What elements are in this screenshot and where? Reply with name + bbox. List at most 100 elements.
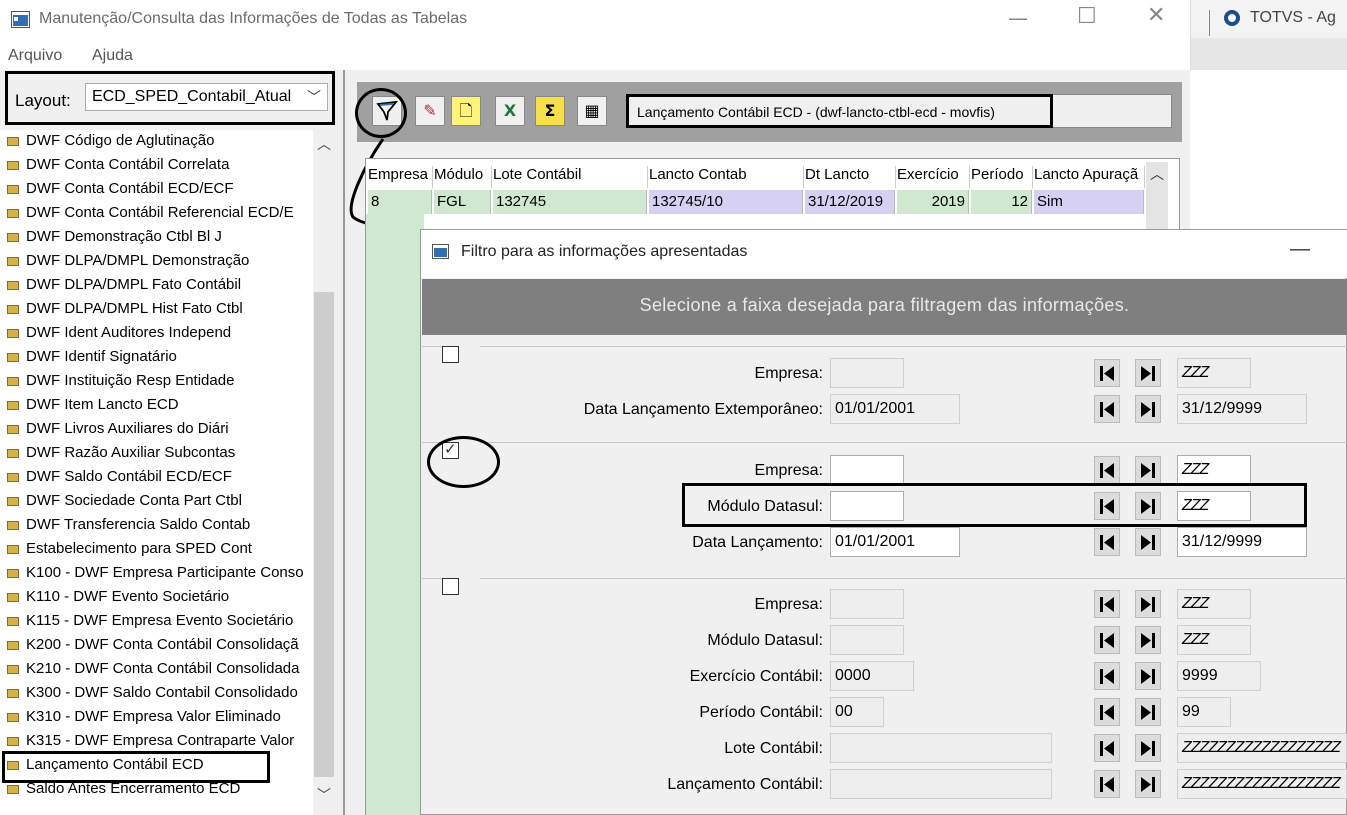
edit-icon[interactable]: ✎ bbox=[415, 96, 445, 126]
last-record-icon[interactable] bbox=[1135, 590, 1161, 618]
excel-export-icon[interactable]: X bbox=[495, 96, 525, 126]
tree-item-label: DWF Conta Contábil Referencial ECD/E bbox=[26, 204, 294, 221]
first-record-icon[interactable] bbox=[1094, 662, 1120, 690]
first-record-icon[interactable] bbox=[1094, 590, 1120, 618]
last-record-icon[interactable] bbox=[1135, 662, 1161, 690]
range-to-input[interactable]: 31/12/9999 bbox=[1177, 527, 1307, 557]
range-to-input[interactable]: 9999 bbox=[1177, 661, 1261, 691]
first-record-icon[interactable] bbox=[1094, 734, 1120, 762]
grid-cell[interactable]: 31/12/2019 bbox=[805, 190, 895, 214]
range-to-input[interactable]: 99 bbox=[1177, 697, 1231, 727]
first-record-icon[interactable] bbox=[1094, 626, 1120, 654]
first-record-icon[interactable] bbox=[1094, 698, 1120, 726]
grid-column-header[interactable]: Dt Lancto bbox=[805, 166, 896, 188]
sum-icon[interactable]: Σ bbox=[535, 96, 565, 126]
range-from-input[interactable] bbox=[830, 625, 904, 655]
grid-cell[interactable]: 12 bbox=[971, 190, 1032, 214]
grid-cell[interactable]: 8 bbox=[368, 190, 432, 214]
filter-field-label: Data Lançamento Extemporâneo: bbox=[583, 401, 823, 418]
range-to-value: ZZZZZZZZZZZZZZZZZZ bbox=[1182, 775, 1341, 792]
tree-item-label: K115 - DWF Empresa Evento Societário bbox=[26, 612, 294, 629]
window-title-bar: Manutenção/Consulta das Informações de T… bbox=[0, 0, 1190, 40]
grid-column-header[interactable]: Exercício bbox=[897, 166, 970, 188]
last-record-icon[interactable] bbox=[1135, 359, 1161, 387]
group-enable-checkbox[interactable] bbox=[442, 578, 459, 595]
range-from-input[interactable]: 0000 bbox=[830, 661, 914, 691]
range-from-input[interactable] bbox=[830, 358, 904, 388]
properties-icon[interactable]: ▦ bbox=[577, 96, 607, 126]
first-record-icon[interactable] bbox=[1094, 770, 1120, 798]
last-record-icon[interactable] bbox=[1135, 528, 1161, 556]
grid-column-header[interactable]: Lancto Contab bbox=[649, 166, 804, 188]
menu-ajuda[interactable]: Ajuda bbox=[92, 47, 133, 65]
tree-item[interactable]: DWF Conta Contábil Correlata bbox=[0, 154, 313, 178]
tree-item[interactable]: DWF Conta Contábil ECD/ECF bbox=[0, 178, 313, 202]
tree-item[interactable]: DWF Conta Contábil Referencial ECD/E bbox=[0, 202, 313, 226]
range-to-value: 9999 bbox=[1182, 667, 1218, 684]
tree-item[interactable]: DWF Livros Auxiliares do Diári bbox=[0, 418, 313, 442]
close-icon[interactable]: ✕ bbox=[1147, 3, 1165, 28]
range-from-input[interactable] bbox=[830, 589, 904, 619]
range-from-input[interactable] bbox=[830, 455, 904, 485]
range-to-input[interactable]: ZZZZZZZZZZZZZZZZZZ bbox=[1177, 769, 1347, 799]
grid-cell[interactable]: 132745/10 bbox=[649, 190, 803, 214]
range-to-input[interactable]: ZZZZZZZZZZZZZZZZZZ bbox=[1177, 733, 1347, 763]
grid-column-header[interactable]: Lote Contábil bbox=[493, 166, 648, 188]
range-from-input[interactable]: 01/01/2001 bbox=[830, 394, 960, 424]
range-from-value: 0000 bbox=[835, 667, 871, 684]
tree-item[interactable]: DWF Demonstração Ctbl Bl J bbox=[0, 226, 313, 250]
last-record-icon[interactable] bbox=[1135, 770, 1161, 798]
range-from-input[interactable]: 00 bbox=[830, 697, 884, 727]
minimize-icon[interactable]: — bbox=[1008, 6, 1028, 30]
last-record-icon[interactable] bbox=[1135, 456, 1161, 484]
last-record-icon[interactable] bbox=[1135, 395, 1161, 423]
tree-item[interactable]: DWF Ident Auditores Independ bbox=[0, 322, 313, 346]
last-record-icon[interactable] bbox=[1135, 734, 1161, 762]
range-from-input[interactable] bbox=[830, 733, 1052, 763]
scroll-up-icon[interactable]: ︿ bbox=[1150, 164, 1164, 184]
range-to-value: ZZZ bbox=[1182, 631, 1209, 648]
grid-column-header[interactable]: Empresa bbox=[368, 166, 433, 188]
range-to-input[interactable]: 31/12/9999 bbox=[1177, 394, 1307, 424]
grid-cell[interactable]: Sim bbox=[1034, 190, 1144, 214]
grid-column-header[interactable]: Lancto Apuraçã bbox=[1034, 166, 1145, 188]
range-from-input[interactable] bbox=[830, 769, 1052, 799]
tree-item[interactable]: K100 - DWF Empresa Participante Conso bbox=[0, 562, 313, 586]
last-record-icon[interactable] bbox=[1135, 626, 1161, 654]
tree-item[interactable]: DWF DLPA/DMPL Fato Contábil bbox=[0, 274, 313, 298]
range-from-input[interactable]: 01/01/2001 bbox=[830, 527, 960, 557]
group-enable-checkbox[interactable] bbox=[442, 346, 459, 363]
totvs-logo-icon bbox=[1224, 10, 1240, 26]
grid-cell[interactable]: 2019 bbox=[897, 190, 969, 214]
tree-item[interactable]: DWF DLPA/DMPL Hist Fato Ctbl bbox=[0, 298, 313, 322]
range-to-input[interactable]: ZZZ bbox=[1177, 455, 1251, 485]
filter-field-label: Empresa: bbox=[754, 596, 823, 613]
layout-dropdown[interactable]: ECD_SPED_Contabil_Atual ﹀ bbox=[85, 83, 328, 111]
tree-item[interactable]: DWF DLPA/DMPL Demonstração bbox=[0, 250, 313, 274]
last-record-icon[interactable] bbox=[1135, 698, 1161, 726]
new-document-icon[interactable]: 🗋 bbox=[451, 96, 481, 126]
maximize-icon[interactable]: ☐ bbox=[1077, 4, 1097, 29]
first-record-icon[interactable] bbox=[1094, 395, 1120, 423]
group-divider bbox=[422, 578, 442, 579]
range-to-input[interactable]: ZZZ bbox=[1177, 625, 1251, 655]
grid-column-header[interactable]: Período bbox=[971, 166, 1033, 188]
grid-cell[interactable]: FGL bbox=[434, 190, 491, 214]
first-record-icon[interactable] bbox=[1094, 359, 1120, 387]
menu-bar: Arquivo Ajuda bbox=[0, 40, 1190, 70]
range-to-input[interactable]: ZZZ bbox=[1177, 358, 1251, 388]
filter-annotation-circle bbox=[355, 88, 407, 138]
tree-item[interactable]: DWF Código de Aglutinação bbox=[0, 130, 313, 154]
filter-field-label: Lançamento Contábil: bbox=[667, 776, 823, 793]
first-record-icon[interactable] bbox=[1094, 528, 1120, 556]
first-record-icon[interactable] bbox=[1094, 456, 1120, 484]
range-to-input[interactable]: ZZZ bbox=[1177, 589, 1251, 619]
background-app-title[interactable]: TOTVS - Ag bbox=[1250, 9, 1336, 27]
scroll-up-icon[interactable]: ︿ bbox=[317, 134, 331, 154]
grid-column-header[interactable]: Módulo bbox=[434, 166, 492, 188]
grid-cell[interactable]: 132745 bbox=[493, 190, 647, 214]
dialog-minimize-icon[interactable]: — bbox=[1290, 238, 1310, 261]
menu-arquivo[interactable]: Arquivo bbox=[8, 47, 62, 65]
range-to-value: 31/12/9999 bbox=[1182, 533, 1263, 550]
folder-icon bbox=[7, 329, 19, 338]
